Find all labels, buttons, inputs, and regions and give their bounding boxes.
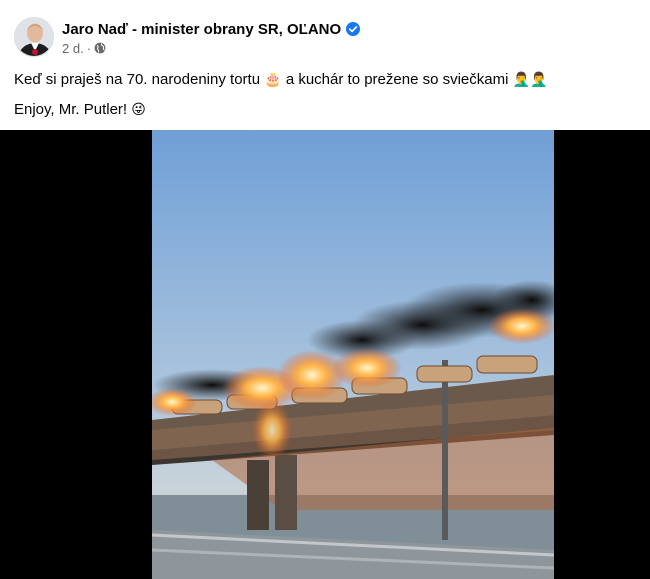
wink-emoji-icon: 😜 [131, 102, 146, 118]
video-frame-bridge-fire[interactable] [152, 130, 554, 579]
author-name[interactable]: Jaro Naď - minister obrany SR, OĽANO [62, 21, 341, 38]
post-text-part-3: Enjoy, Mr. Putler! [14, 101, 128, 118]
facepalm-emoji-icon: 🤦‍♂️🤦‍♂️ [512, 72, 548, 88]
post-header: Jaro Naď - minister obrany SR, OĽANO 2 d… [0, 0, 650, 62]
globe-icon [94, 42, 106, 54]
post-text-line-2: Enjoy, Mr. Putler! 😜 [14, 100, 634, 120]
post-text: Keď si praješ na 70. narodeniny tortu 🎂 … [14, 70, 634, 130]
post-text-part-2: a kuchár to prežene so sviečkami [285, 71, 509, 88]
post-timestamp[interactable]: 2 d. [62, 41, 84, 56]
cake-emoji-icon: 🎂 [264, 72, 282, 88]
avatar[interactable] [14, 17, 54, 57]
post-text-line-1: Keď si praješ na 70. narodeniny tortu 🎂 … [14, 70, 634, 90]
post-text-part-1: Keď si praješ na 70. narodeniny tortu [14, 71, 261, 88]
meta-separator: · [86, 40, 92, 56]
post-video[interactable] [0, 130, 650, 579]
verified-badge-icon [346, 22, 361, 36]
